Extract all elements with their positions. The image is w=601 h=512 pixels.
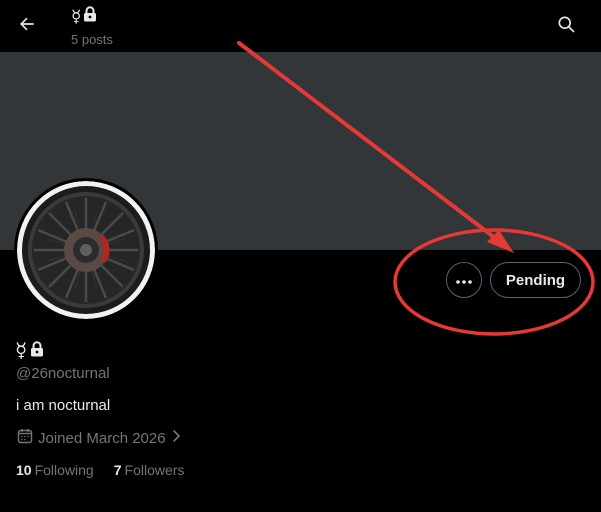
display-name: ☿ <box>15 338 44 362</box>
lock-icon <box>83 6 97 28</box>
posts-count: 5 posts <box>71 32 113 47</box>
header-title: ☿ <box>71 6 113 28</box>
pending-follow-button[interactable]: Pending <box>490 262 581 298</box>
more-options-button[interactable] <box>446 262 482 298</box>
top-bar: ☿ 5 posts <box>0 0 601 52</box>
search-button[interactable] <box>549 9 583 43</box>
more-icon <box>456 271 472 289</box>
profile-page: ☿ 5 posts Pending ☿ @26nocturnal i am no… <box>0 0 601 512</box>
profile-bio: i am nocturnal <box>16 397 111 414</box>
followers-count: 7 <box>113 462 122 478</box>
following-link[interactable]: 10 Following <box>16 462 94 478</box>
back-button[interactable] <box>10 9 44 43</box>
avatar[interactable] <box>14 178 158 322</box>
following-count: 10 <box>16 462 32 478</box>
joined-date[interactable]: Joined March 2026 <box>17 428 181 448</box>
display-name-symbol: ☿ <box>15 338 28 362</box>
calendar-icon <box>17 428 33 448</box>
chevron-right-icon <box>171 429 181 447</box>
back-arrow-icon <box>17 14 37 39</box>
profile-handle: @26nocturnal <box>16 365 110 382</box>
search-icon <box>556 14 576 39</box>
avatar-wheel-image <box>17 181 155 319</box>
header-title-block: ☿ 5 posts <box>71 6 113 48</box>
joined-label: Joined March 2026 <box>38 429 166 447</box>
lock-icon <box>30 338 44 362</box>
follow-stats: 10 Following 7 Followers <box>16 462 184 478</box>
followers-label: Followers <box>124 462 185 478</box>
header-title-symbol: ☿ <box>71 7 82 27</box>
followers-link[interactable]: 7 Followers <box>114 462 185 478</box>
following-label: Following <box>34 462 94 478</box>
